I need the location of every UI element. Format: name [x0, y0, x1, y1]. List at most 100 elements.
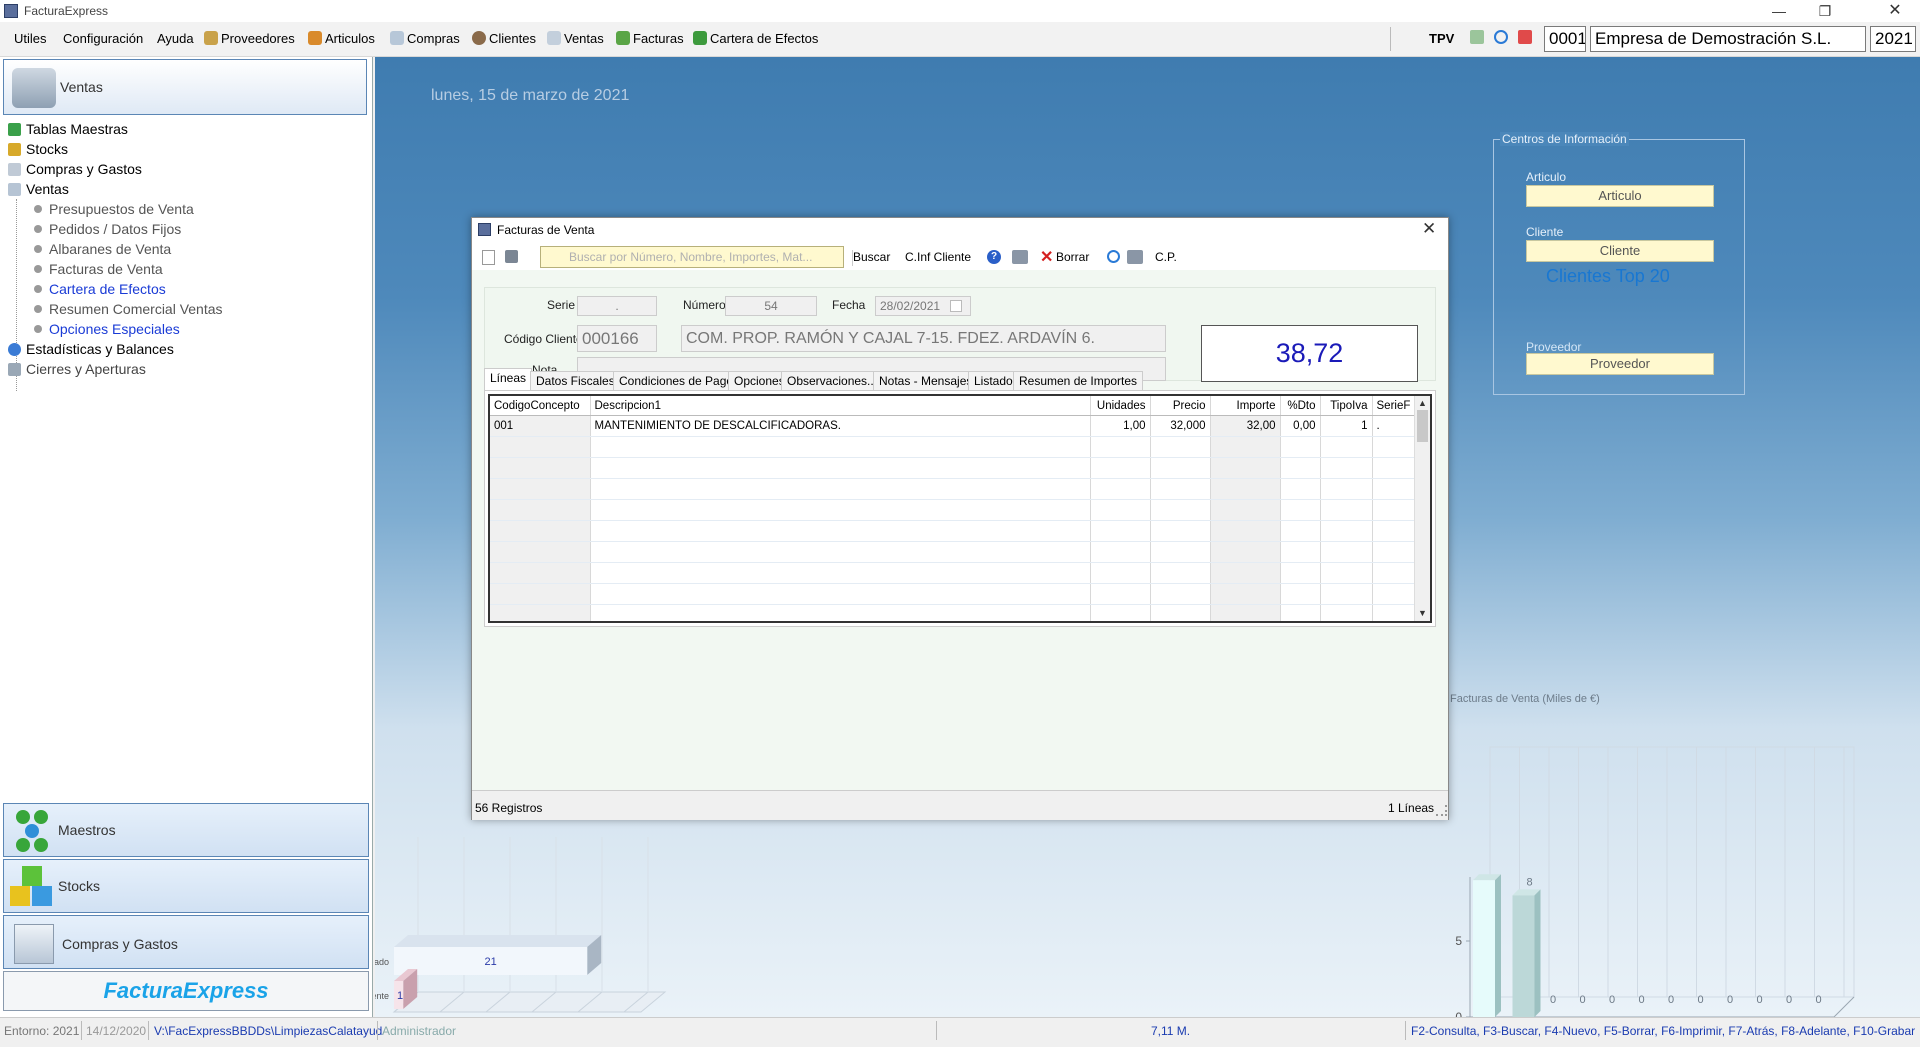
- company-code-field[interactable]: 0001: [1544, 26, 1586, 52]
- tab-lineas[interactable]: Líneas: [484, 368, 533, 390]
- table-cell[interactable]: 1: [1320, 415, 1373, 437]
- table-cell[interactable]: 001: [490, 415, 591, 437]
- new-document-icon[interactable]: [482, 250, 495, 265]
- menu-configuracion[interactable]: Configuración: [63, 31, 143, 46]
- calculator-icon[interactable]: [1470, 30, 1484, 44]
- toolbar-proveedores[interactable]: Proveedores: [204, 31, 295, 46]
- table-cell[interactable]: [1210, 436, 1281, 458]
- table-cell[interactable]: 32,000: [1150, 415, 1211, 437]
- table-row[interactable]: [490, 457, 1416, 479]
- table-cell[interactable]: [1320, 520, 1373, 542]
- table-cell[interactable]: [490, 562, 591, 584]
- table-cell[interactable]: [1210, 478, 1281, 500]
- table-cell[interactable]: [1372, 562, 1416, 584]
- table-cell[interactable]: [1150, 583, 1211, 605]
- tree-item-tablas-maestras[interactable]: Tablas Maestras: [8, 121, 128, 137]
- print-preview-icon[interactable]: [1127, 250, 1143, 264]
- col-header-unidades[interactable]: Unidades: [1090, 396, 1151, 416]
- table-cell[interactable]: [1280, 499, 1321, 521]
- toolbar-compras[interactable]: Compras: [390, 31, 460, 46]
- table-cell[interactable]: [1210, 562, 1281, 584]
- search-input[interactable]: Buscar por Número, Nombre, Importes, Mat…: [540, 246, 844, 268]
- table-cell[interactable]: 32,00: [1210, 415, 1281, 437]
- scroll-up-icon[interactable]: ▲: [1418, 398, 1427, 408]
- table-cell[interactable]: [1372, 499, 1416, 521]
- sidebar-button-maestros[interactable]: Maestros: [3, 803, 369, 857]
- cliente-button[interactable]: Cliente: [1526, 240, 1714, 262]
- table-cell[interactable]: [1090, 520, 1151, 542]
- tree-sub-resumen[interactable]: Resumen Comercial Ventas: [34, 301, 223, 317]
- table-cell[interactable]: [1090, 478, 1151, 500]
- table-cell[interactable]: [490, 604, 591, 621]
- scroll-thumb[interactable]: [1417, 410, 1428, 442]
- col-header-dto[interactable]: %Dto: [1280, 396, 1321, 416]
- section-header[interactable]: Ventas: [3, 59, 367, 115]
- table-cell[interactable]: 1,00: [1090, 415, 1151, 437]
- table-row[interactable]: [490, 499, 1416, 521]
- cp-button[interactable]: C.P.: [1155, 250, 1177, 264]
- toolbar-cartera[interactable]: Cartera de Efectos: [693, 31, 818, 46]
- table-cell[interactable]: .: [1372, 415, 1416, 437]
- help-icon[interactable]: ?: [987, 250, 1001, 264]
- sidebar-button-compras-gastos[interactable]: Compras y Gastos: [3, 915, 369, 969]
- table-cell[interactable]: [1210, 457, 1281, 479]
- tab-listado[interactable]: Listado: [968, 371, 1019, 390]
- table-cell[interactable]: MANTENIMIENTO DE DESCALCIFICADORAS.: [590, 415, 1091, 437]
- table-cell[interactable]: [590, 562, 1091, 584]
- table-cell[interactable]: [1320, 499, 1373, 521]
- menu-utiles[interactable]: Utiles: [14, 31, 47, 46]
- toolbar-ventas[interactable]: Ventas: [547, 31, 604, 46]
- table-row[interactable]: [490, 562, 1416, 584]
- menu-ayuda[interactable]: Ayuda: [157, 31, 194, 46]
- table-cell[interactable]: [590, 541, 1091, 563]
- sync-icon[interactable]: [1494, 30, 1508, 44]
- tree-sub-albaranes[interactable]: Albaranes de Venta: [34, 241, 171, 257]
- table-cell[interactable]: [590, 436, 1091, 458]
- table-cell[interactable]: [490, 499, 591, 521]
- table-cell[interactable]: [1280, 604, 1321, 621]
- toolbar-facturas[interactable]: Facturas: [616, 31, 684, 46]
- table-cell[interactable]: [1320, 541, 1373, 563]
- table-cell[interactable]: [1090, 499, 1151, 521]
- table-cell[interactable]: 0,00: [1280, 415, 1321, 437]
- table-row[interactable]: [490, 604, 1416, 621]
- toolbar-clientes[interactable]: Clientes: [472, 31, 536, 46]
- table-cell[interactable]: [1150, 562, 1211, 584]
- minimize-button[interactable]: —: [1756, 0, 1802, 22]
- table-cell[interactable]: [1210, 583, 1281, 605]
- table-cell[interactable]: [1320, 604, 1373, 621]
- dialog-close-button[interactable]: ✕: [1422, 219, 1436, 239]
- table-cell[interactable]: [590, 499, 1091, 521]
- table-cell[interactable]: [1372, 541, 1416, 563]
- table-cell[interactable]: [1210, 604, 1281, 621]
- resize-grip-icon[interactable]: [1436, 805, 1447, 816]
- table-row[interactable]: [490, 436, 1416, 458]
- fecha-field[interactable]: 28/02/2021: [875, 296, 971, 316]
- tree-item-ventas[interactable]: Ventas: [8, 181, 69, 197]
- table-cell[interactable]: [1210, 541, 1281, 563]
- calendar-icon[interactable]: [1518, 30, 1532, 44]
- table-cell[interactable]: [1150, 541, 1211, 563]
- save-icon[interactable]: [505, 250, 518, 263]
- tree-sub-facturas[interactable]: Facturas de Venta: [34, 261, 163, 277]
- col-header-precio[interactable]: Precio: [1150, 396, 1211, 416]
- col-header-tipoiva[interactable]: TipoIva: [1320, 396, 1373, 416]
- table-cell[interactable]: [1372, 604, 1416, 621]
- table-row[interactable]: [490, 583, 1416, 605]
- table-cell[interactable]: [490, 457, 591, 479]
- company-name-field[interactable]: Empresa de Demostración S.L.: [1590, 26, 1866, 52]
- table-cell[interactable]: [1090, 436, 1151, 458]
- refresh-icon[interactable]: [1107, 250, 1120, 263]
- close-button[interactable]: ✕: [1872, 0, 1918, 22]
- table-cell[interactable]: [1150, 478, 1211, 500]
- table-cell[interactable]: [1280, 520, 1321, 542]
- table-cell[interactable]: [490, 541, 591, 563]
- col-header-importe[interactable]: Importe: [1210, 396, 1281, 416]
- tab-datos-fiscales[interactable]: Datos Fiscales: [530, 371, 621, 390]
- table-cell[interactable]: [1372, 478, 1416, 500]
- table-cell[interactable]: [1320, 478, 1373, 500]
- table-cell[interactable]: [1280, 562, 1321, 584]
- table-cell[interactable]: [1320, 562, 1373, 584]
- table-cell[interactable]: [1372, 457, 1416, 479]
- proveedor-button[interactable]: Proveedor: [1526, 353, 1714, 375]
